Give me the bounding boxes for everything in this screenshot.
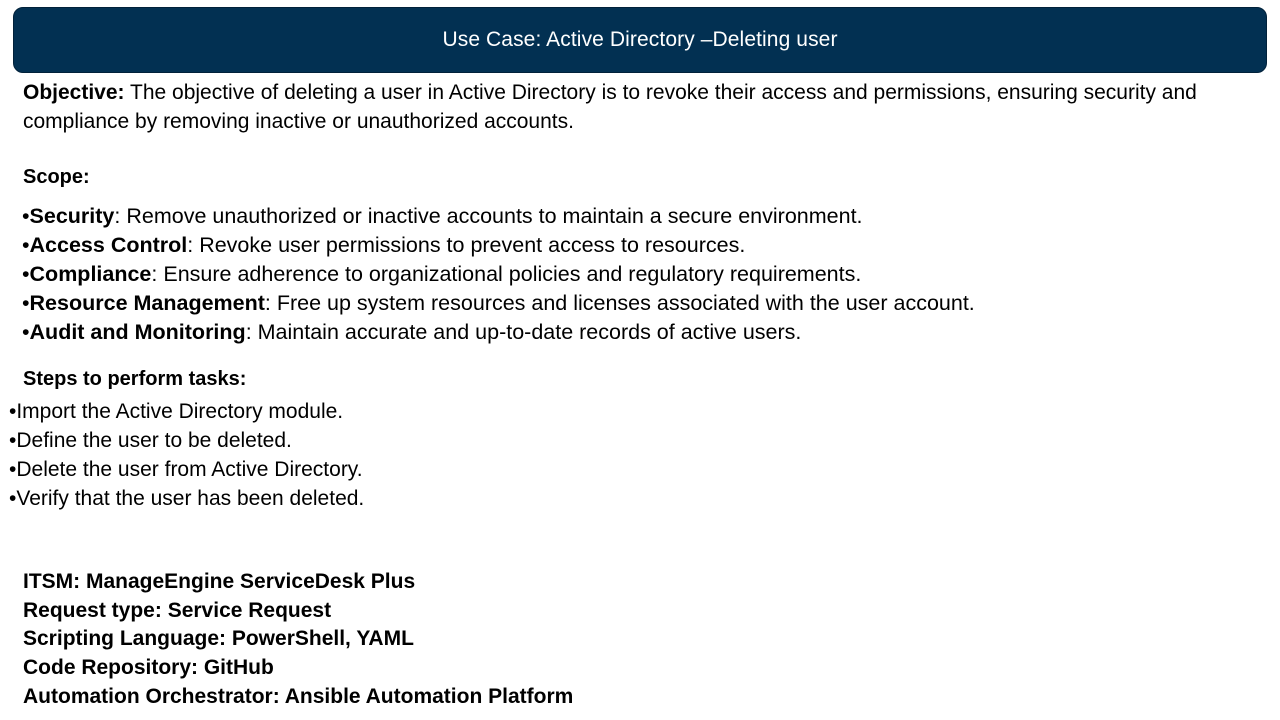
step-item: •Define the user to be deleted. <box>9 429 292 452</box>
step-item: •Delete the user from Active Directory. <box>9 458 363 481</box>
step-item: •Import the Active Directory module. <box>9 400 344 423</box>
info-scripting-language: Scripting Language: PowerShell, YAML <box>23 627 414 651</box>
title-banner: Use Case: Active Directory –Deleting use… <box>13 7 1267 73</box>
info-request-type: Request type: Service Request <box>23 598 332 622</box>
scope-item-compliance: •Compliance: Ensure adherence to organiz… <box>22 260 975 289</box>
page-title: Use Case: Active Directory –Deleting use… <box>442 28 838 51</box>
scope-item-security: •Security: Remove unauthorized or inacti… <box>22 202 975 231</box>
bullet: • <box>22 204 30 228</box>
step-item: •Verify that the user has been deleted. <box>9 487 365 510</box>
objective-paragraph: Objective: The objective of deleting a u… <box>23 78 1213 136</box>
objective-label: Objective: <box>23 81 125 104</box>
info-code-repository: Code Repository: GitHub <box>23 656 274 680</box>
bullet: • <box>22 233 30 257</box>
scope-term: Audit and Monitoring <box>29 320 246 344</box>
scope-item-resource-management: •Resource Management: Free up system res… <box>22 289 975 318</box>
info-itsm: ITSM: ManageEngine ServiceDesk Plus <box>23 570 416 593</box>
scope-desc: : Remove unauthorized or inactive accoun… <box>114 204 863 228</box>
scope-term: Security <box>29 204 115 228</box>
scope-item-access-control: •Access Control: Revoke user permissions… <box>22 231 975 260</box>
info-automation-orchestrator: Automation Orchestrator: Ansible Automat… <box>23 684 574 708</box>
bullet: • <box>22 291 30 315</box>
slide: Use Case: Active Directory –Deleting use… <box>0 0 1280 720</box>
scope-desc: : Ensure adherence to organizational pol… <box>151 262 862 286</box>
scope-list: •Security: Remove unauthorized or inacti… <box>22 202 975 347</box>
bullet: • <box>22 262 30 286</box>
scope-desc: : Free up system resources and licenses … <box>264 291 975 315</box>
steps-list: •Import the Active Directory module. •De… <box>9 397 364 513</box>
objective-text: The objective of deleting a user in Acti… <box>23 81 1197 133</box>
scope-desc: : Revoke user permissions to prevent acc… <box>187 233 746 257</box>
tooling-info: ITSM: ManageEngine ServiceDesk Plus Requ… <box>23 568 573 712</box>
scope-term: Access Control <box>29 233 188 257</box>
scope-term: Resource Management <box>29 291 265 315</box>
steps-heading: Steps to perform tasks: <box>23 368 247 390</box>
scope-heading: Scope: <box>23 166 90 188</box>
scope-item-audit-monitoring: •Audit and Monitoring: Maintain accurate… <box>22 318 975 347</box>
scope-desc: : Maintain accurate and up-to-date recor… <box>245 320 802 344</box>
scope-term: Compliance <box>29 262 152 286</box>
bullet: • <box>22 320 30 344</box>
